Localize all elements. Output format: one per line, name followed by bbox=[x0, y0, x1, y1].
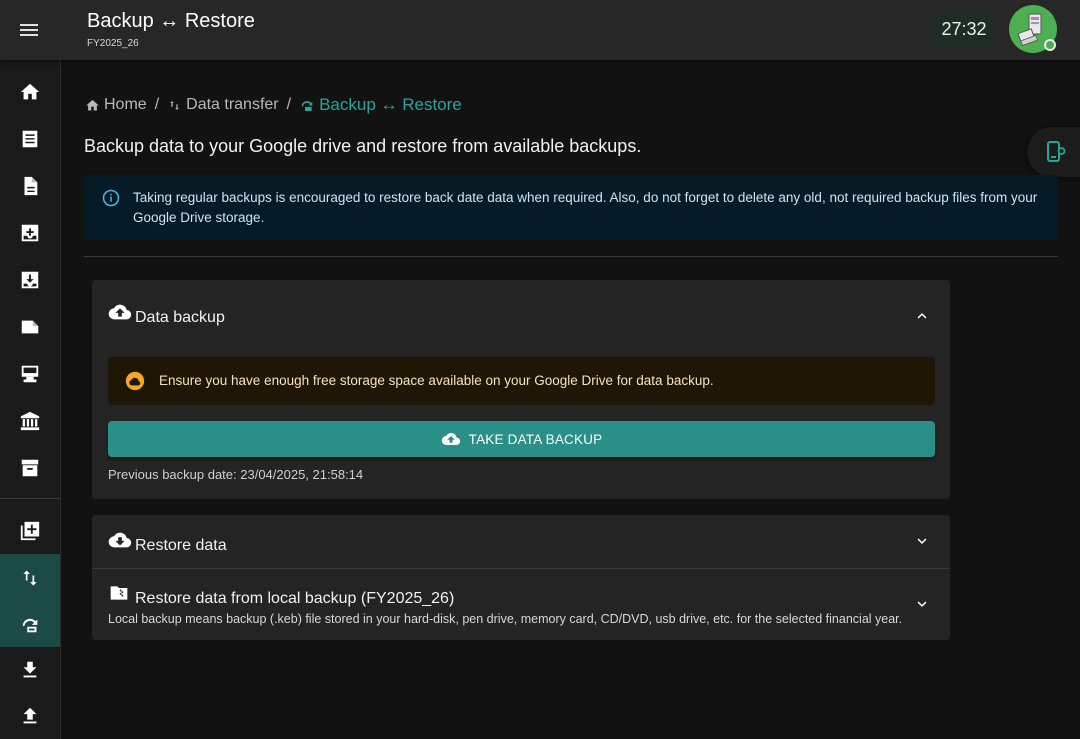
local-restore-header[interactable]: Restore data from local backup (FY2025_2… bbox=[92, 569, 950, 640]
backup-restore-icon bbox=[301, 101, 313, 111]
take-data-backup-label: TAKE DATA BACKUP bbox=[468, 431, 603, 447]
inbox-download-icon bbox=[21, 271, 39, 289]
backup-restore-icon bbox=[22, 618, 38, 633]
info-alert: Taking regular backups is encouraged to … bbox=[84, 175, 1058, 240]
inbox-add-icon bbox=[21, 224, 39, 242]
breadcrumb: Home / Data transfer / Backup ↔ Restore bbox=[85, 95, 462, 115]
financial-year-label: FY2025_26 bbox=[87, 38, 139, 49]
upload-icon bbox=[23, 707, 37, 724]
cloud-upload-icon bbox=[108, 304, 132, 320]
nav-add-box[interactable] bbox=[0, 508, 60, 554]
warning-alert-text: Ensure you have enough free storage spac… bbox=[159, 373, 714, 388]
swap-vert-icon bbox=[23, 570, 37, 585]
breadcrumb-separator: / bbox=[154, 96, 160, 113]
archive-icon bbox=[21, 459, 39, 477]
chevron-down-icon bbox=[917, 538, 927, 544]
breadcrumb-data-transfer-label: Data transfer bbox=[186, 96, 279, 113]
session-timer: 27:32 bbox=[934, 12, 994, 47]
breadcrumb-separator: / bbox=[286, 96, 292, 113]
take-data-backup-button[interactable]: TAKE DATA BACKUP bbox=[108, 421, 935, 457]
nav-upload[interactable] bbox=[0, 693, 60, 739]
label-icon bbox=[21, 320, 39, 334]
bank-icon bbox=[20, 411, 40, 431]
document-icon bbox=[24, 176, 38, 196]
nav-document[interactable] bbox=[0, 163, 60, 209]
restore-data-title: Restore data bbox=[135, 537, 227, 554]
folder-zip-icon bbox=[110, 586, 128, 600]
breadcrumb-home-label: Home bbox=[104, 96, 147, 113]
download-icon bbox=[23, 661, 37, 678]
info-alert-text: Taking regular backups is encouraged to … bbox=[133, 190, 1038, 225]
home-icon bbox=[20, 83, 40, 100]
main-content: Home / Data transfer / Backup ↔ Restore … bbox=[61, 60, 1080, 739]
nav-data-transfer[interactable] bbox=[0, 554, 60, 601]
rail-divider bbox=[0, 498, 60, 499]
nav-archive[interactable] bbox=[0, 445, 60, 491]
device-settings-icon bbox=[1047, 141, 1066, 162]
point-of-sale-icon bbox=[21, 365, 39, 383]
breadcrumb-data-transfer[interactable]: Data transfer bbox=[167, 96, 279, 114]
nav-inbox-add[interactable] bbox=[0, 210, 60, 256]
add-box-icon bbox=[20, 521, 40, 541]
home-icon bbox=[86, 99, 99, 110]
cloud-download-icon bbox=[108, 532, 132, 548]
app-title: Backup ↔ Restore bbox=[87, 10, 255, 32]
swap-vert-icon bbox=[170, 100, 180, 110]
nav-download[interactable] bbox=[0, 647, 60, 693]
breadcrumb-current-label: Backup ↔ Restore bbox=[319, 95, 462, 114]
nav-list[interactable] bbox=[0, 116, 60, 162]
app-bar: Backup ↔ Restore FY2025_26 27:32 bbox=[0, 0, 1080, 60]
restore-panels: Restore data Restore data from local bac… bbox=[92, 515, 950, 640]
data-backup-header[interactable]: Data backup bbox=[92, 280, 950, 350]
menu-icon[interactable] bbox=[17, 18, 41, 42]
breadcrumb-home[interactable]: Home bbox=[85, 96, 147, 114]
breadcrumb-current: Backup ↔ Restore bbox=[299, 95, 462, 115]
list-icon bbox=[22, 130, 38, 148]
local-restore-title: Restore data from local backup (FY2025_2… bbox=[135, 590, 455, 607]
section-divider bbox=[84, 256, 1058, 257]
online-status-dot bbox=[1044, 39, 1056, 51]
nav-rail bbox=[0, 60, 61, 739]
local-restore-subtitle: Local backup means backup (.keb) file st… bbox=[108, 612, 903, 626]
nav-backup-restore[interactable] bbox=[0, 601, 60, 647]
cloud-warning-icon bbox=[125, 371, 145, 391]
info-icon bbox=[102, 189, 120, 207]
data-backup-panel: Data backup Ensure you have enough free … bbox=[92, 280, 950, 499]
nav-label[interactable] bbox=[0, 304, 60, 350]
chevron-up-icon bbox=[917, 313, 927, 319]
data-backup-title: Data backup bbox=[135, 309, 225, 326]
cloud-upload-icon bbox=[441, 432, 460, 446]
restore-data-header[interactable]: Restore data bbox=[92, 515, 950, 568]
nav-bank[interactable] bbox=[0, 398, 60, 444]
side-device-button[interactable] bbox=[1027, 127, 1080, 177]
chevron-down-icon bbox=[917, 601, 927, 607]
warning-alert: Ensure you have enough free storage spac… bbox=[108, 357, 935, 405]
previous-backup-date: Previous backup date: 23/04/2025, 21:58:… bbox=[108, 467, 364, 482]
page-description: Backup data to your Google drive and res… bbox=[84, 136, 642, 156]
user-avatar[interactable] bbox=[1009, 5, 1057, 53]
nav-inbox-download[interactable] bbox=[0, 257, 60, 303]
nav-point-of-sale[interactable] bbox=[0, 351, 60, 397]
nav-home[interactable] bbox=[0, 69, 60, 115]
